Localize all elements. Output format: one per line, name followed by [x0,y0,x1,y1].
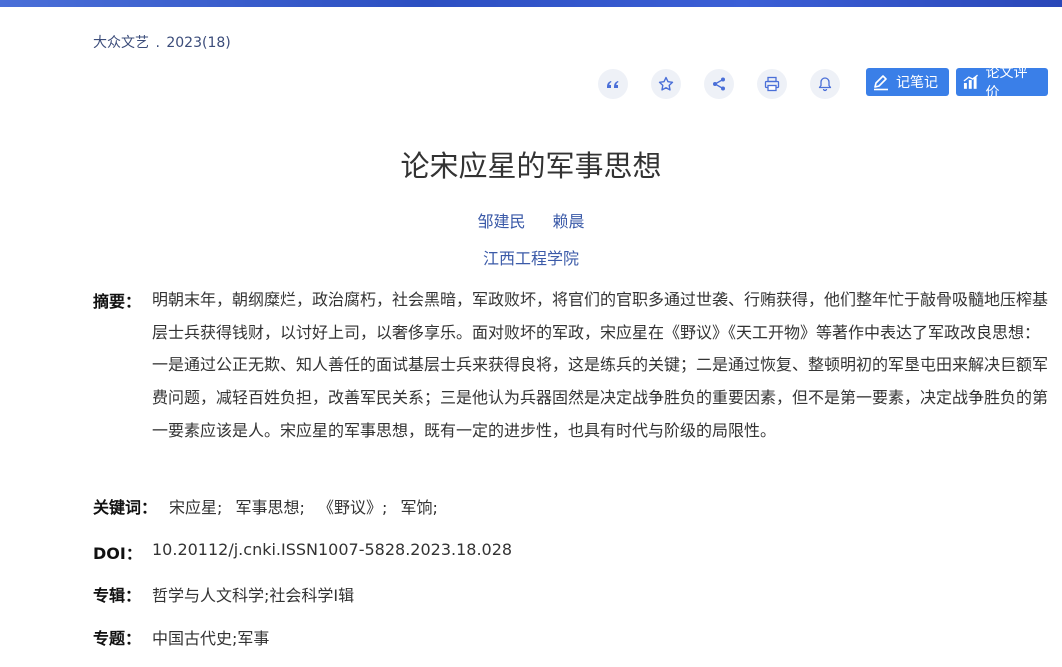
institution: 江西工程学院 [0,245,1062,269]
cite-button[interactable] [598,69,628,99]
author-link[interactable]: 邹建民 [477,212,525,231]
print-icon [764,76,780,92]
keyword-link[interactable]: 宋应星; [169,498,222,517]
subscribe-button[interactable] [810,69,840,99]
album-value: 哲学与人文科学;社会科学Ⅰ辑 [152,586,355,605]
paper-evaluation-button[interactable]: 论文评价 [956,65,1048,101]
article-toolbar: 记笔记 论文评价 [598,65,1048,101]
topic-value: 中国古代史;军事 [152,629,270,648]
quote-icon [607,81,619,88]
journal-issue[interactable]: 2023(18) [166,35,230,51]
author-link[interactable]: 赖晨 [553,212,585,231]
take-notes-label: 记笔记 [896,75,938,91]
take-notes-button[interactable]: 记笔记 [866,68,949,96]
keyword-link[interactable]: 《野议》; [318,498,387,517]
bell-icon [818,77,832,92]
abstract-section: 摘要： 明朝末年，朝纲糜烂，政治腐朽，社会黑暗，军政败坏，将官们的官职多通过世袭… [93,288,1053,448]
doi-value: 10.20112/j.cnki.ISSN1007-5828.2023.18.02… [152,540,513,559]
abstract-label: 摘要： [93,292,142,311]
source-separator: . [155,35,160,51]
institution-link[interactable]: 江西工程学院 [483,249,579,268]
bar-chart-icon [963,74,978,89]
pencil-icon [874,75,888,91]
paper-evaluation-label: 论文评价 [985,65,1028,101]
star-icon [658,76,674,91]
top-accent-bar [0,0,1062,7]
abstract-text: 明朝末年，朝纲糜烂，政治腐朽，社会黑暗，军政败坏，将官们的官职多通过世袭、行贿获… [152,290,1049,440]
journal-source[interactable]: 大众文艺 . 2023(18) [93,32,231,52]
doi-label: DOI： [93,544,142,563]
print-button[interactable] [757,69,787,99]
journal-name[interactable]: 大众文艺 [93,35,149,51]
share-icon [713,77,725,91]
topic-label: 专题： [93,629,142,648]
keyword-link[interactable]: 军事思想; [236,498,305,517]
page-title: 论宋应星的军事思想 [400,149,662,183]
keyword-link[interactable]: 军饷; [401,498,438,517]
keywords-label: 关键词： [93,498,158,517]
share-button[interactable] [704,69,734,99]
author-list: 邹建民 赖晨 [0,208,1062,232]
album-label: 专辑： [93,586,142,605]
favorite-button[interactable] [651,69,681,99]
